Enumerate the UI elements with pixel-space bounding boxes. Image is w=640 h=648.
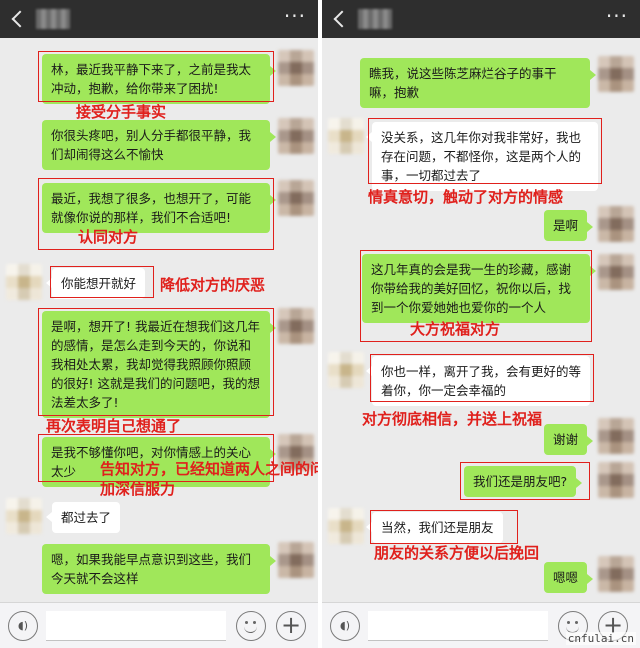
highlight-box [370,510,518,544]
left-chat-screenshot: ··· 林，最近我平静下来了，之前是我太冲动，抱歉，给你带来了困扰! 接受分手事… [0,0,318,648]
self-avatar[interactable] [278,50,314,86]
message-bubble[interactable]: 是啊 [544,210,594,241]
contact-avatar[interactable] [6,498,42,534]
message-bubble[interactable]: 你很头疼吧，别人分手都很平静，我们却闹得这么不愉快 [42,120,276,170]
highlight-box [38,178,274,250]
voice-icon[interactable]: ◖) [8,611,38,641]
message-input[interactable] [368,611,548,641]
contact-avatar[interactable] [328,508,364,544]
plus-icon[interactable]: + [276,611,306,641]
self-avatar[interactable] [598,56,634,92]
annotation: 情真意切，触动了对方的情感 [368,188,564,206]
highlight-box [50,266,154,298]
contact-avatar[interactable] [328,352,364,388]
message-bubble[interactable]: 谢谢 [544,424,594,455]
more-options-icon[interactable]: ··· [606,4,628,28]
self-avatar[interactable] [598,556,634,592]
contact-name-blurred [358,9,392,29]
annotation: 再次表明自己想通了 [46,417,182,435]
message-bubble[interactable]: 嗯嗯 [544,562,594,593]
contact-avatar[interactable] [6,264,42,300]
back-arrow-icon[interactable] [332,8,346,30]
self-avatar[interactable] [598,206,634,242]
highlight-box [368,118,602,184]
message-input[interactable] [46,611,226,641]
message-bubble[interactable]: 都过去了 [45,502,121,533]
highlight-box [370,354,594,402]
chat-header: ··· [0,0,318,38]
contact-avatar[interactable] [328,118,364,154]
annotation: 降低对方的厌恶 [160,276,266,294]
contact-name-blurred [36,9,70,29]
highlight-box [460,462,590,500]
voice-icon[interactable]: ◖) [330,611,360,641]
self-avatar[interactable] [278,542,314,578]
annotation: 朋友的关系方便以后挽回 [374,544,540,562]
self-avatar[interactable] [598,254,634,290]
message-bubble[interactable]: 瞧我，说这些陈芝麻烂谷子的事干嘛，抱歉 [360,58,596,108]
annotation: 大方祝福对方 [410,320,501,338]
more-options-icon[interactable]: ··· [284,4,306,28]
message-bubble[interactable]: 嗯，如果我能早点意识到这些，我们今天就不会这样 [42,544,276,594]
right-chat-screenshot: ··· 瞧我，说这些陈芝麻烂谷子的事干嘛，抱歉 没关系，这几年你对我非常好，我也… [322,0,640,648]
highlight-box [38,308,274,416]
self-avatar[interactable] [278,308,314,344]
watermark: cnfulai.cn [565,632,636,645]
emoji-icon[interactable] [236,611,266,641]
chat-input-bar: ◖) + [0,602,318,648]
self-avatar[interactable] [278,180,314,216]
annotation: 告知对方，已经知道两人之间的问题 [100,460,318,478]
annotation: 对方彻底相信，并送上祝福 [362,410,543,428]
annotation: 加深信服力 [100,480,176,498]
self-avatar[interactable] [278,118,314,154]
chat-header: ··· [322,0,640,38]
annotation: 接受分手事实 [76,103,167,121]
self-avatar[interactable] [598,462,634,498]
highlight-box [38,51,274,102]
self-avatar[interactable] [598,418,634,454]
back-arrow-icon[interactable] [10,8,24,30]
annotation: 认同对方 [78,228,139,246]
